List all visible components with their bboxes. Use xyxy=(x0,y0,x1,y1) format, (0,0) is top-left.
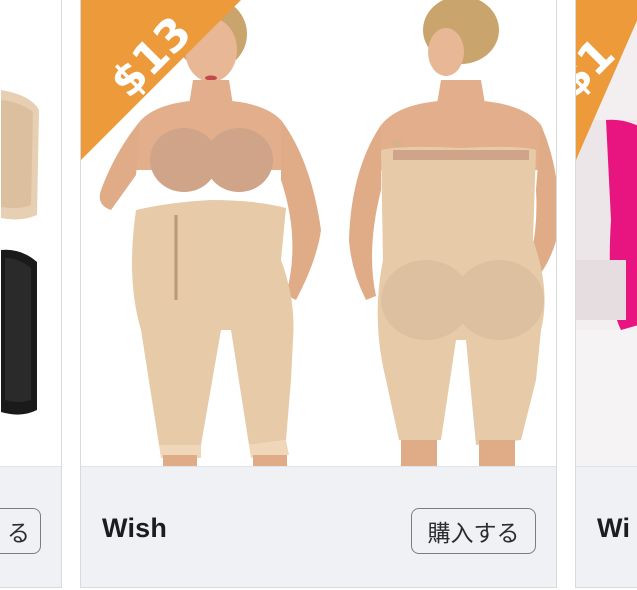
product-card-left[interactable]: る xyxy=(0,0,62,588)
product-image-right[interactable]: $1 xyxy=(576,0,637,466)
card-footer-right: Wi xyxy=(576,466,637,587)
product-card-main[interactable]: $13 Wish 購入する xyxy=(80,0,557,588)
product-image-left[interactable] xyxy=(0,0,61,466)
card-footer-left: る xyxy=(0,466,61,587)
shapewear-photo: $13 xyxy=(81,0,556,466)
buy-button[interactable]: 購入する xyxy=(411,508,536,554)
product-image-main[interactable]: $13 xyxy=(81,0,556,466)
buy-button-left[interactable]: る xyxy=(0,508,41,554)
product-card-right[interactable]: $1 Wi xyxy=(575,0,637,588)
buy-button-label: 購入する xyxy=(427,521,520,547)
brand-name-right: Wi xyxy=(597,513,631,543)
buy-button-label: る xyxy=(7,521,30,547)
brand-name: Wish xyxy=(102,513,168,543)
card-footer-main: Wish 購入する xyxy=(81,466,556,587)
